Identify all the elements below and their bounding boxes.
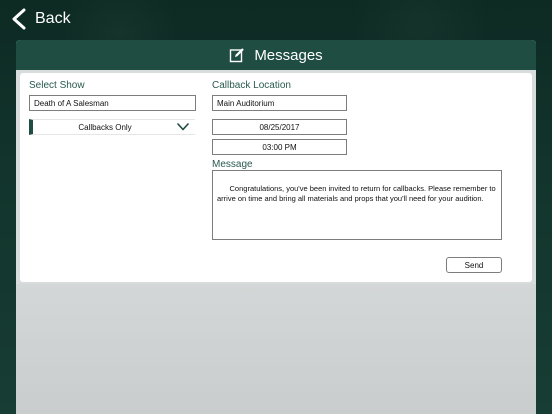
- date-field[interactable]: 08/25/2017: [212, 119, 347, 135]
- chevron-left-icon: [12, 8, 26, 30]
- time-value: 03:00 PM: [262, 142, 297, 152]
- time-field[interactable]: 03:00 PM: [212, 139, 347, 155]
- callback-location-value: Main Auditorium: [217, 98, 275, 108]
- select-show-label: Select Show: [29, 80, 85, 91]
- top-navigation-bar: Back: [0, 0, 552, 38]
- callback-filter-value: Callbacks Only: [78, 122, 132, 132]
- send-button[interactable]: Send: [446, 257, 502, 273]
- chevron-down-icon: [177, 123, 189, 131]
- callback-filter-dropdown[interactable]: Callbacks Only: [29, 119, 195, 135]
- back-label: Back: [35, 10, 71, 27]
- select-show-value: Death of A Salesman: [34, 98, 109, 108]
- callback-location-label: Callback Location: [212, 80, 291, 91]
- date-value: 08/25/2017: [259, 122, 300, 132]
- message-value: Congratulations, you've been invited to …: [217, 184, 498, 203]
- message-textarea[interactable]: Congratulations, you've been invited to …: [212, 170, 502, 240]
- page-title: Messages: [254, 46, 323, 64]
- callback-location-field[interactable]: Main Auditorium: [212, 95, 347, 111]
- panel-empty-area: [16, 284, 536, 414]
- send-button-label: Send: [464, 260, 484, 270]
- back-button[interactable]: Back: [10, 6, 71, 32]
- compose-icon: [230, 48, 245, 63]
- messages-panel: Messages Select Show Death of A Salesman…: [16, 40, 536, 414]
- message-label: Message: [212, 159, 253, 170]
- select-show-field[interactable]: Death of A Salesman: [29, 95, 196, 111]
- panel-header: Messages: [16, 40, 536, 70]
- message-form: Select Show Death of A Salesman Callback…: [20, 73, 532, 282]
